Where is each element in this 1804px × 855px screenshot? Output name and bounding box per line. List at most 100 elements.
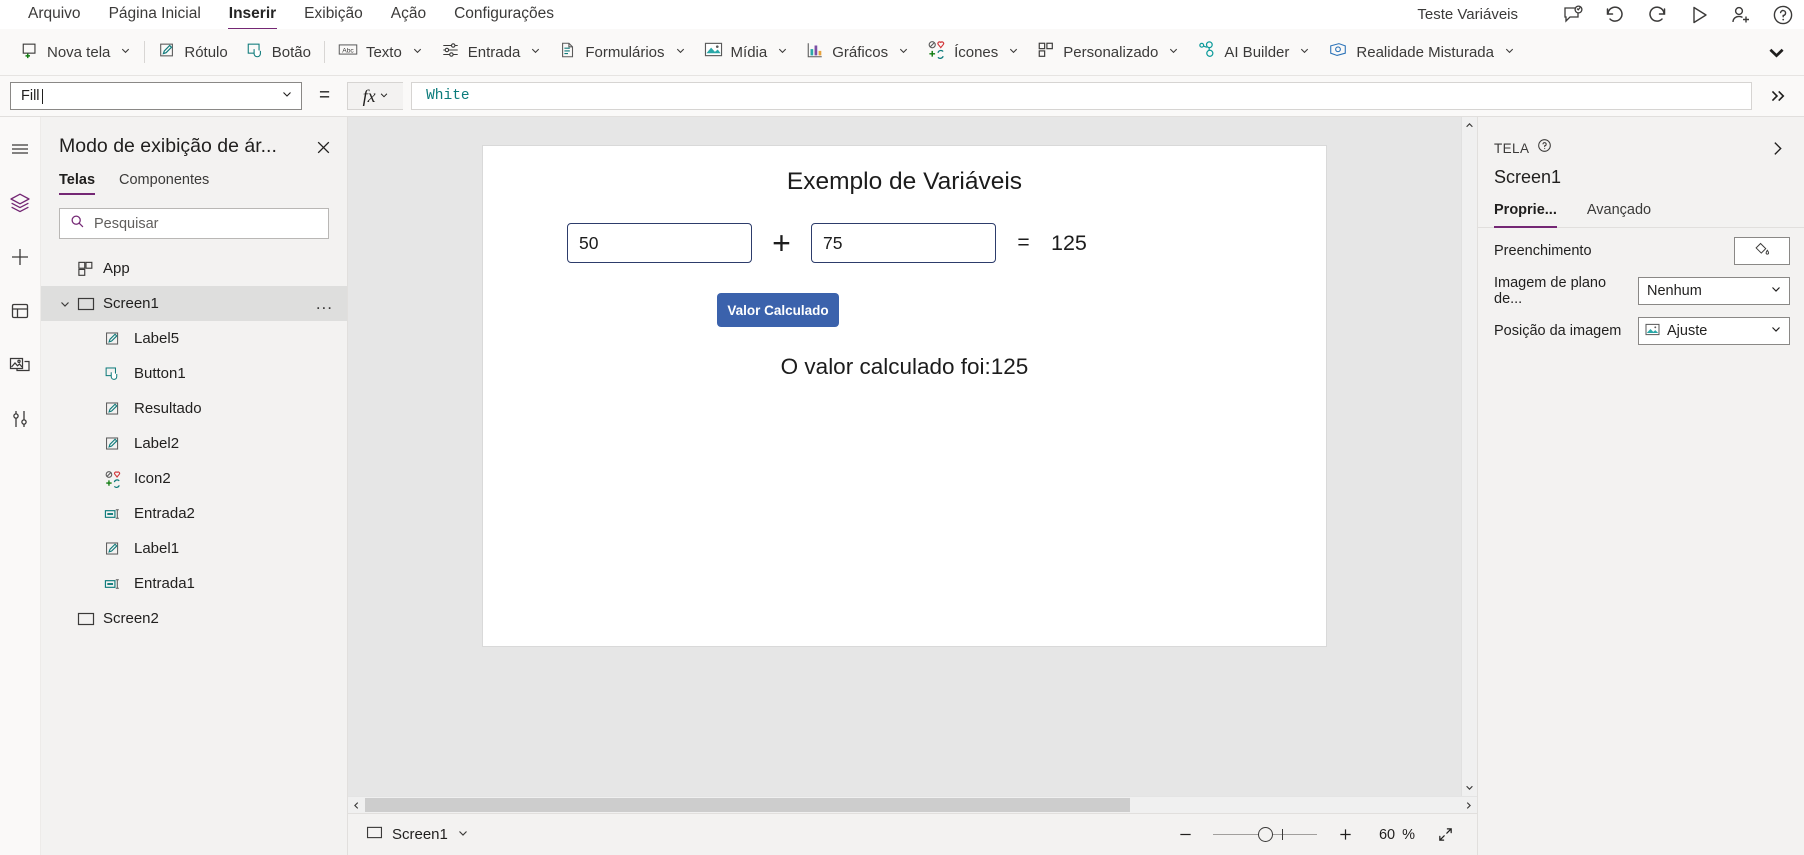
tree-item-entrada2[interactable]: Entrada2 xyxy=(41,496,347,531)
background-image-select[interactable]: Nenhum xyxy=(1638,277,1790,305)
chevron-down-icon[interactable] xyxy=(59,298,77,310)
property-row-posicao-imagem: Posição da imagem Ajuste xyxy=(1478,314,1804,348)
property-selector[interactable]: Fill xyxy=(10,82,302,110)
ribbon-midia[interactable]: Mídia xyxy=(695,37,798,67)
tree-item-screen1[interactable]: Screen1 ... xyxy=(41,286,347,321)
tab-label: Componentes xyxy=(119,172,210,188)
advanced-tools-icon[interactable] xyxy=(0,393,41,445)
tab-telas[interactable]: Telas xyxy=(59,167,104,196)
search-placeholder: Pesquisar xyxy=(94,215,159,232)
zoom-out-button[interactable] xyxy=(1165,818,1205,852)
canvas-vertical-scrollbar[interactable] xyxy=(1461,117,1477,796)
status-screen-selector[interactable]: Screen1 xyxy=(366,826,469,844)
tree-item-label: Entrada2 xyxy=(134,505,195,522)
tree-panel-title: Modo de exibição de ár... xyxy=(59,135,277,157)
tree-item-screen2[interactable]: Screen2 xyxy=(41,601,347,636)
menu-item-acao[interactable]: Ação xyxy=(377,2,440,27)
help-icon[interactable] xyxy=(1762,0,1804,29)
tree-item-entrada1[interactable]: Entrada1 xyxy=(41,566,347,601)
menu-item-arquivo[interactable]: Arquivo xyxy=(14,2,95,27)
ribbon-personalizado[interactable]: Personalizado xyxy=(1028,37,1188,68)
menu-item-configuracoes[interactable]: Configurações xyxy=(440,2,568,27)
h-scroll-thumb[interactable] xyxy=(365,797,1130,812)
property-selector-value: Fill xyxy=(21,88,43,104)
fill-color-button[interactable] xyxy=(1734,237,1790,265)
tab-avancado[interactable]: Avançado xyxy=(1587,200,1651,227)
app-screen-preview[interactable]: Exemplo de Variáveis 50 + 75 = 125 Valor… xyxy=(483,146,1326,646)
zoom-in-button[interactable] xyxy=(1325,818,1365,852)
ribbon-icones[interactable]: Ícones xyxy=(918,36,1028,68)
tree-item-icon2[interactable]: Icon2 xyxy=(41,461,347,496)
tree-view-layers-icon[interactable] xyxy=(0,177,41,229)
tree-item-label: Label5 xyxy=(134,330,180,347)
scroll-thumb[interactable] xyxy=(1462,134,1478,779)
tree-item-resultado[interactable]: Resultado xyxy=(41,391,347,426)
ribbon-texto[interactable]: Abc Texto xyxy=(329,38,432,66)
scroll-up-icon[interactable] xyxy=(1462,117,1478,134)
ribbon-realidade-misturada[interactable]: Realidade Misturada xyxy=(1319,37,1524,68)
tree-item-overflow-menu[interactable]: ... xyxy=(316,294,333,314)
tab-propriedades[interactable]: Proprie... xyxy=(1494,200,1557,228)
ribbon-botao[interactable]: Botão xyxy=(237,37,320,68)
chevron-right-icon[interactable] xyxy=(1764,135,1790,161)
zoom-slider-knob[interactable] xyxy=(1257,827,1273,842)
image-position-select[interactable]: Ajuste xyxy=(1638,317,1790,345)
tree-item-button1[interactable]: Button1 xyxy=(41,356,347,391)
hamburger-menu-icon[interactable] xyxy=(0,123,41,175)
data-database-icon[interactable] xyxy=(0,285,41,337)
ribbon-entrada[interactable]: Entrada xyxy=(432,37,551,68)
menu-item-pagina-inicial[interactable]: Página Inicial xyxy=(95,2,215,27)
fx-button[interactable]: fx xyxy=(347,82,404,110)
ribbon-overflow-chevron-down-icon[interactable] xyxy=(1754,29,1798,75)
tab-componentes[interactable]: Componentes xyxy=(119,167,218,196)
ribbon-label: AI Builder xyxy=(1224,43,1290,61)
play-icon[interactable] xyxy=(1678,0,1720,29)
menu-item-label: Arquivo xyxy=(28,5,81,22)
scroll-right-icon[interactable] xyxy=(1460,797,1477,814)
plus-icon: + xyxy=(772,225,791,261)
ribbon-rotulo[interactable]: Rótulo xyxy=(149,37,236,68)
close-icon[interactable] xyxy=(309,133,337,161)
total-value-label: 125 xyxy=(1051,230,1087,255)
input-entrada1[interactable]: 50 xyxy=(567,223,752,263)
scroll-left-icon[interactable] xyxy=(348,797,365,814)
valor-calculado-button[interactable]: Valor Calculado xyxy=(717,293,839,327)
help-circle-icon[interactable] xyxy=(1537,138,1552,158)
menu-item-exibicao[interactable]: Exibição xyxy=(290,2,377,27)
h-scroll-track[interactable] xyxy=(365,797,1460,814)
canvas-horizontal-scrollbar[interactable] xyxy=(348,796,1477,813)
tab-label: Proprie... xyxy=(1494,202,1557,218)
insert-plus-icon[interactable] xyxy=(0,231,41,283)
chevron-down-icon xyxy=(1299,43,1310,61)
media-library-icon[interactable] xyxy=(0,339,41,391)
zoom-slider[interactable] xyxy=(1205,818,1325,852)
tree-item-label2[interactable]: Label2 xyxy=(41,426,347,461)
share-user-icon[interactable] xyxy=(1720,0,1762,29)
icons-shapes-icon xyxy=(104,470,134,488)
ribbon-ai-builder[interactable]: AI Builder xyxy=(1188,36,1319,68)
ribbon-formularios[interactable]: Formulários xyxy=(550,37,694,68)
tree-item-app[interactable]: App xyxy=(41,251,347,286)
forms-icon xyxy=(559,41,577,64)
tree-item-label1[interactable]: Label1 xyxy=(41,531,347,566)
fit-screen-icon[interactable] xyxy=(1425,818,1465,852)
search-input[interactable]: Pesquisar xyxy=(59,208,329,239)
ribbon-new-screen[interactable]: Nova tela xyxy=(12,37,140,68)
redo-icon[interactable] xyxy=(1636,0,1678,29)
menu-item-inserir[interactable]: Inserir xyxy=(215,2,290,30)
menu-item-label: Ação xyxy=(390,5,427,22)
formula-input[interactable]: White xyxy=(411,82,1752,110)
chevron-down-icon xyxy=(1770,323,1782,339)
chevron-down-icon xyxy=(675,43,686,61)
formula-expand-chevron-icon[interactable] xyxy=(1760,88,1794,104)
comment-icon[interactable] xyxy=(1552,0,1594,29)
tree-item-label: App xyxy=(103,260,130,277)
ribbon-graficos[interactable]: Gráficos xyxy=(797,37,918,68)
ribbon-label: Rótulo xyxy=(184,43,228,61)
tree-item-label: Screen2 xyxy=(103,610,159,627)
scroll-down-icon[interactable] xyxy=(1462,779,1478,796)
input-entrada2[interactable]: 75 xyxy=(811,223,996,263)
undo-icon[interactable] xyxy=(1594,0,1636,29)
chevron-down-icon xyxy=(530,43,541,61)
tree-item-label5[interactable]: Label5 xyxy=(41,321,347,356)
